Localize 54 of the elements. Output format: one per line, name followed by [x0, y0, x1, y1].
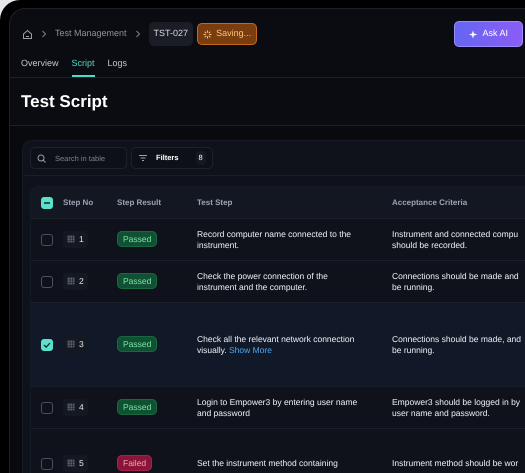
result-badge: Failed [117, 454, 152, 471]
result-badge: Passed [117, 398, 158, 415]
acceptance-criteria-text: Connections should be made, and be running. [392, 334, 522, 356]
table-row[interactable]: 5 Failed Set the instrument method containing Instrument method should be wor [31, 428, 525, 473]
column-header: Step No [63, 198, 94, 206]
chevron-right-icon [134, 30, 141, 38]
step-number: 4 [63, 399, 88, 416]
test-step-text: Check all the relevant network connection visually. Show More [197, 334, 356, 356]
tab[interactable]: Script [72, 56, 95, 77]
row-checkbox[interactable] [41, 234, 53, 246]
test-step-text: Login to Empower3 by entering user name and password [197, 396, 358, 418]
status-badge: Saving... [197, 23, 258, 45]
result-badge: Passed [117, 230, 158, 247]
table-row[interactable]: 3 Passed Check all the relevant network connection visually. Show More Connections should be made, and be running. [31, 302, 525, 386]
spinner-icon [203, 30, 212, 38]
acceptance-criteria-text: Connections should be made and be running. [392, 270, 520, 292]
result-badge: Passed [117, 336, 158, 352]
grid-icon [67, 340, 75, 348]
show-more-link[interactable]: Show More [228, 344, 272, 354]
step-number: 2 [63, 273, 88, 290]
acceptance-criteria-text: Instrument method should be wor [392, 458, 520, 469]
grid-icon [67, 403, 75, 412]
search-icon [37, 154, 46, 162]
row-checkbox[interactable] [41, 458, 53, 470]
acceptance-criteria-text: Instrument and connected compu should be recorded. [392, 228, 520, 250]
ask-ai-button[interactable]: Ask AI [454, 21, 523, 47]
result-badge: Passed [117, 272, 158, 289]
step-number: 5 [63, 455, 88, 472]
column-header: Test Step [197, 198, 232, 206]
chevron-right-icon [41, 30, 47, 38]
tab[interactable]: Overview [21, 56, 59, 77]
grid-icon [67, 277, 75, 286]
filter-icon [138, 154, 148, 162]
step-number: 3 [63, 336, 88, 353]
breadcrumb-link[interactable]: Test Management [55, 27, 127, 41]
test-step-text: Check the power connection of the instrument and the computer. [197, 270, 329, 292]
test-step-text: Record computer name connected to the instrument. [197, 228, 352, 250]
select-all-checkbox[interactable] [41, 196, 53, 208]
acceptance-criteria-text: Empower3 should be logged in by user name and password. [392, 396, 522, 418]
page-title: Test Script [20, 91, 109, 113]
grid-icon [67, 235, 75, 244]
step-number: 1 [63, 231, 88, 248]
test-step-text: Set the instrument method containing [197, 458, 339, 469]
record-id: TST-027 [148, 22, 194, 46]
column-header: Acceptance Criteria [392, 198, 468, 206]
column-header: Step Result [117, 198, 162, 206]
table-row[interactable]: 1 Passed Record computer name connected to the instrument. Instrument and connected compu should be recorded. [31, 218, 525, 260]
row-checkbox[interactable] [41, 276, 53, 288]
row-checkbox[interactable] [41, 402, 53, 414]
table-row[interactable]: 4 Passed Login to Empower3 by entering user name and password Empower3 should be logged in by user name and password. [31, 386, 525, 428]
sparkle-icon [469, 30, 478, 38]
grid-icon [67, 459, 75, 468]
home-icon[interactable] [22, 28, 33, 40]
tab[interactable]: Logs [108, 56, 128, 77]
